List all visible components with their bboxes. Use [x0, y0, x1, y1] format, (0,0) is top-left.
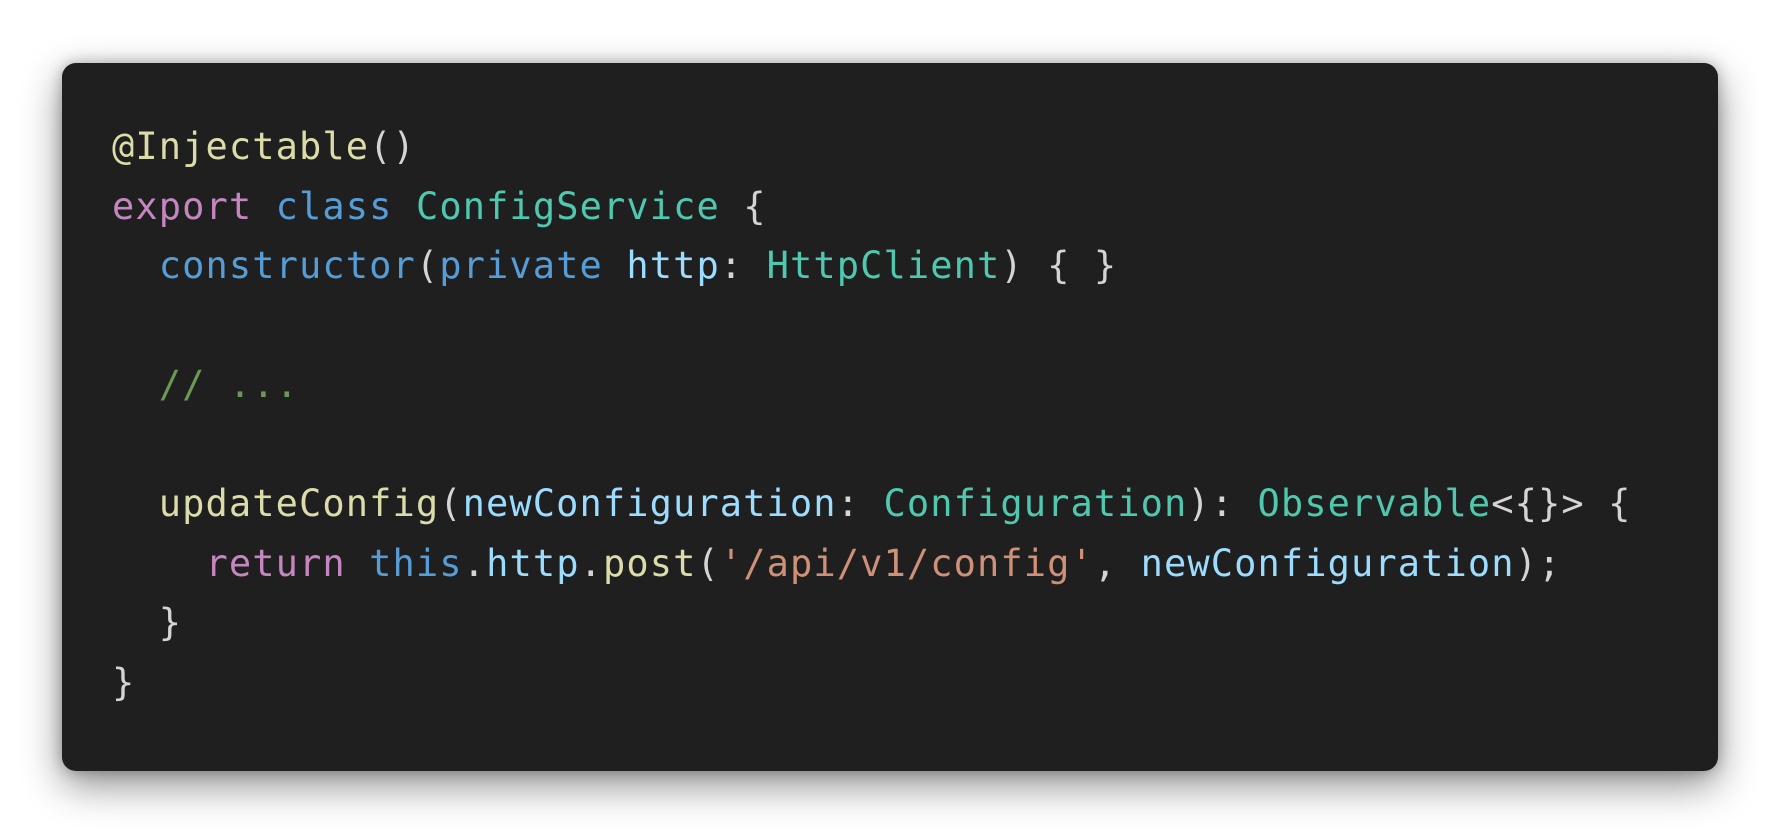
code-token: (	[696, 541, 720, 585]
code-line: export class ConfigService {	[112, 177, 1688, 237]
code-token: {	[719, 184, 767, 228]
code-token: .	[462, 541, 487, 585]
code-token: (	[415, 244, 440, 287]
code-token: Configuration	[883, 482, 1188, 525]
code-snippet-card: @Injectable() export class ConfigService …	[62, 63, 1718, 771]
code-token: post	[602, 541, 697, 585]
code-token: }	[112, 660, 136, 704]
code-line: updateConfig(newConfiguration: Configura…	[112, 474, 1688, 534]
code-token: newConfiguration	[462, 482, 837, 525]
code-token: return	[205, 541, 346, 585]
code-line: // ...	[112, 355, 1688, 415]
code-token: @Injectable	[112, 125, 370, 168]
code-token: http	[486, 541, 580, 585]
code-token: newConfiguration	[1140, 541, 1515, 585]
code-token: Observable	[1257, 482, 1492, 525]
code-token: // ...	[158, 363, 300, 406]
code-token: }	[112, 601, 183, 644]
code-token: '/api/v1/config'	[719, 541, 1094, 585]
code-token: ):	[1187, 482, 1258, 525]
code-line: }	[112, 593, 1688, 653]
code-token: export	[112, 184, 253, 228]
code-line: @Injectable()	[112, 117, 1688, 177]
code-token: :	[719, 244, 767, 287]
code-token: constructor	[158, 244, 416, 287]
code-line: return this.http.post('/api/v1/config', …	[112, 534, 1688, 594]
code-token: this	[369, 541, 463, 585]
code-token: ,	[1093, 541, 1141, 585]
code-token: (	[439, 482, 463, 525]
code-token: HttpClient	[766, 244, 1001, 287]
code-line: }	[112, 653, 1688, 713]
code-token: ConfigService	[415, 184, 720, 228]
code-token: private	[439, 244, 603, 287]
code-block: @Injectable() export class ConfigService …	[112, 117, 1688, 712]
code-line: constructor(private http: HttpClient) { …	[112, 236, 1688, 296]
code-token: http	[626, 244, 720, 287]
code-token: :	[836, 482, 884, 525]
code-token: updateConfig	[158, 482, 440, 525]
code-token: .	[579, 541, 603, 585]
code-token: ) { }	[1000, 244, 1118, 287]
code-token: <{}> {	[1491, 482, 1632, 525]
code-token: ()	[369, 125, 416, 168]
code-token: );	[1514, 541, 1562, 585]
code-token: class	[275, 184, 393, 228]
